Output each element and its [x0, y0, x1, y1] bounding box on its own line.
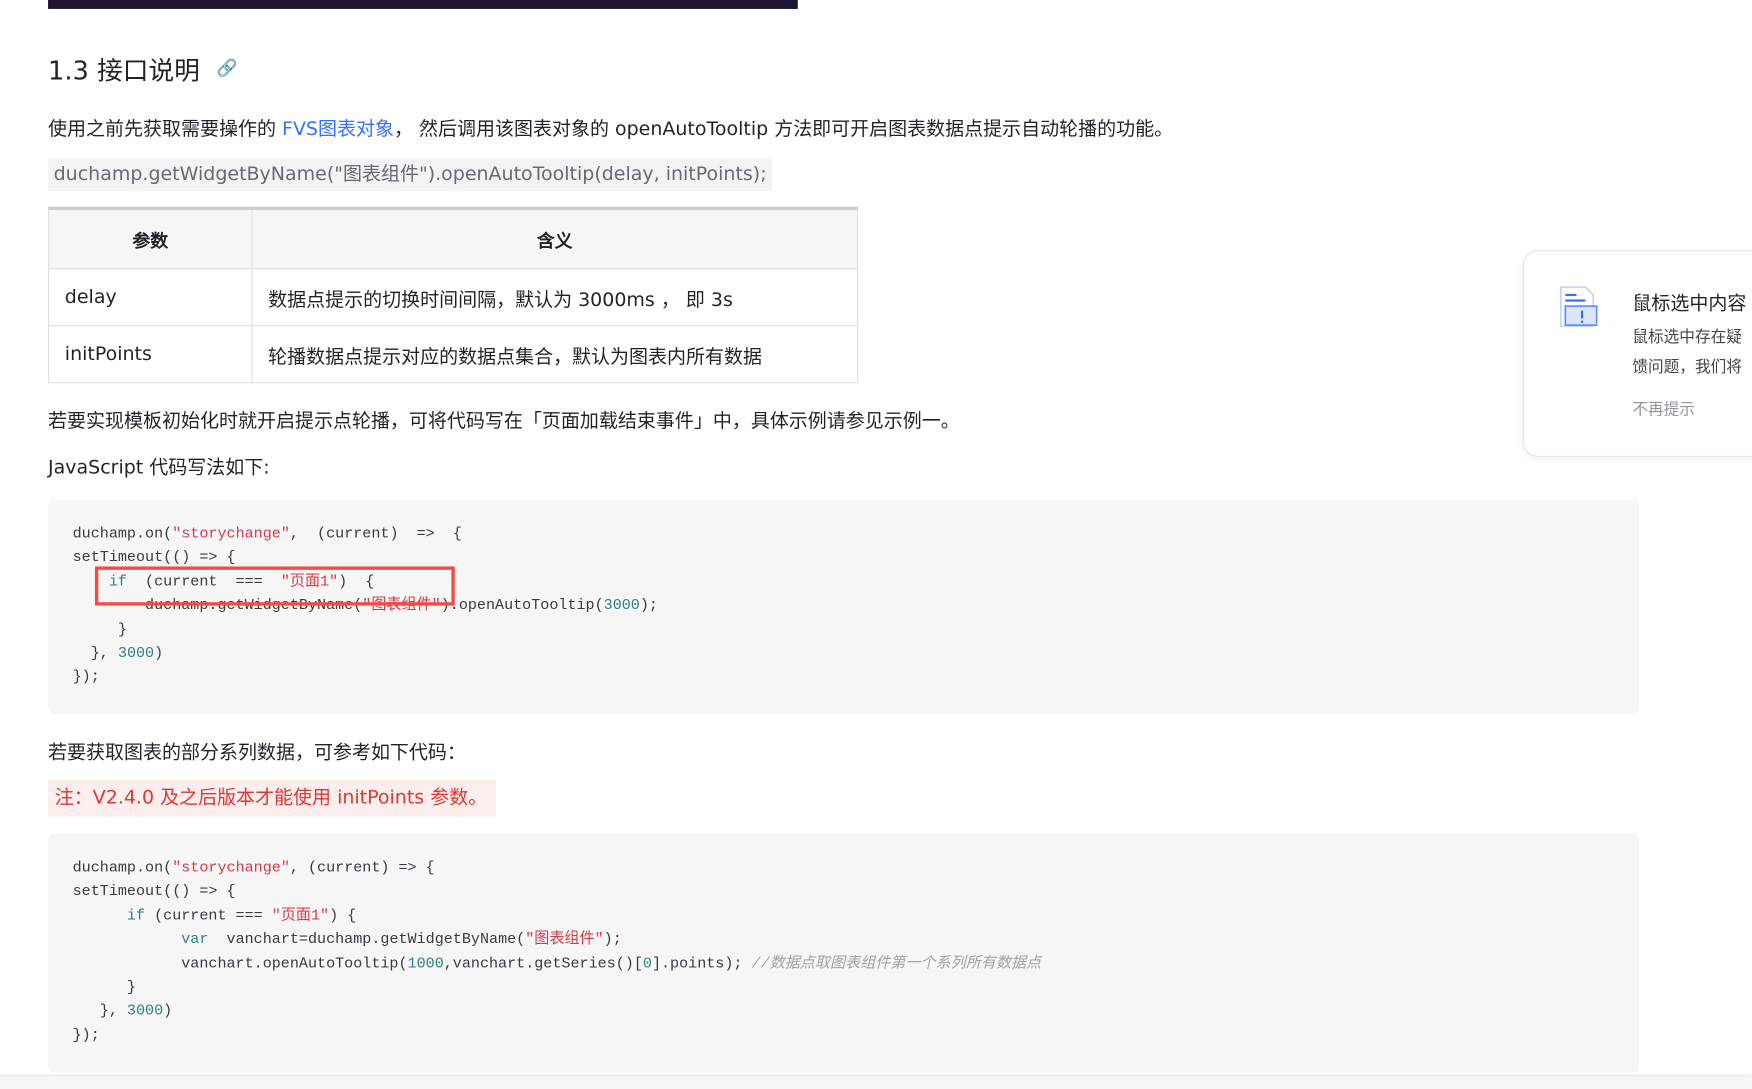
- table-row: delay 数据点提示的切换时间间隔，默认为 3000ms ， 即 3s: [48, 268, 859, 327]
- code-token: ): [154, 645, 164, 663]
- code-token: if: [126, 908, 146, 925]
- code-line: duchamp.on("storychange", (current) => {: [73, 523, 1639, 547]
- previous-image-bottom: [48, 0, 798, 9]
- card-line-2: 馈问题，我们将: [1632, 358, 1742, 377]
- card-title: 鼠标选中内容: [1632, 292, 1747, 316]
- anchor-link-icon[interactable]: 🔗: [217, 58, 238, 78]
- code-token: //数据点取图表组件第一个系列所有数据点: [751, 955, 1042, 973]
- param-name: initPoints: [48, 325, 253, 384]
- code-line: }: [73, 618, 1639, 642]
- code-token: setTimeout(() => {: [72, 884, 236, 901]
- code-token: 3000: [126, 1003, 164, 1021]
- code-token: }: [72, 621, 127, 639]
- table-row: initPoints 轮播数据点提示对应的数据点集合，默认为图表内所有数据: [48, 325, 859, 384]
- code-token: "storychange": [172, 526, 290, 544]
- code-token: },: [72, 1003, 127, 1021]
- code-line: duchamp.on("storychange", (current) => {: [73, 857, 1639, 881]
- code-token: (current ===: [145, 908, 272, 925]
- intro-text-2: ， 然后调用该图表对象的 openAutoTooltip 方法即可开启图表数据点…: [393, 118, 1174, 141]
- header-meaning: 含义: [251, 206, 859, 270]
- code-token: duchamp.on(: [72, 860, 173, 878]
- card-line-1: 鼠标选中存在疑: [1632, 328, 1742, 347]
- code-line: });: [73, 1024, 1639, 1048]
- param-name: delay: [48, 268, 253, 327]
- code-token: ).openAutoTooltip(: [440, 597, 604, 615]
- paragraph-init: 若要实现模板初始化时就开启提示点轮播，可将代码写在「页面加载结束事件」中，具体示…: [48, 410, 960, 433]
- code-token: ].points);: [651, 955, 752, 973]
- param-desc: 数据点提示的切换时间间隔，默认为 3000ms ， 即 3s: [251, 268, 859, 327]
- dont-show-again-link[interactable]: 不再提示: [1632, 398, 1695, 420]
- code-token: ) {: [329, 908, 357, 925]
- code-token: 3000: [117, 645, 155, 663]
- code-line: if (current === "页面1") {: [73, 905, 1639, 929]
- fvs-chart-object-link[interactable]: FVS图表对象: [282, 118, 394, 140]
- code-token: 1000: [407, 955, 444, 973]
- paragraph-series: 若要获取图表的部分系列数据，可参考如下代码：: [48, 741, 466, 765]
- code-token: var: [181, 932, 209, 949]
- highlight-box: [94, 566, 455, 606]
- code-token: , (current) => {: [289, 860, 435, 878]
- code-line: var vanchart=duchamp.getWidgetByName("图表…: [73, 929, 1639, 953]
- version-note: 注：V2.4.0 及之后版本才能使用 initPoints 参数。: [48, 779, 497, 817]
- table-header-row: 参数 含义: [48, 206, 859, 270]
- inline-code: duchamp.getWidgetByName("图表组件").openAuto…: [48, 158, 773, 192]
- code-token: );: [639, 597, 658, 615]
- code-line: }: [73, 976, 1639, 1000]
- selection-feedback-card: 鼠标选中内容 鼠标选中存在疑 馈问题，我们将 不再提示: [1522, 250, 1752, 457]
- code-block-1[interactable]: duchamp.on("storychange", (current) => {…: [48, 499, 1640, 714]
- header-param: 参数: [48, 206, 253, 270]
- intro-text: 使用之前先获取需要操作的: [48, 118, 283, 141]
- code-block-2[interactable]: duchamp.on("storychange", (current) => {…: [48, 833, 1640, 1073]
- code-token: "页面1": [271, 908, 330, 925]
- code-line: });: [73, 666, 1639, 690]
- code-token: }: [72, 979, 136, 997]
- code-token: vanchart=duchamp.getWidgetByName(: [208, 932, 526, 949]
- paragraph-js: JavaScript 代码写法如下:: [48, 456, 270, 480]
- section-heading: 1.3 接口说明: [48, 56, 200, 87]
- code-token: duchamp.on(: [72, 526, 173, 544]
- code-token: });: [72, 1027, 100, 1045]
- code-token: vanchart.openAutoTooltip(: [72, 955, 408, 973]
- document-warning-icon: [1560, 286, 1598, 328]
- doc-page: 1.3 接口说明 🔗 使用之前先获取需要操作的 FVS图表对象， 然后调用该图表…: [0, 0, 1752, 1089]
- code-token: "storychange": [172, 860, 290, 878]
- code-token: },: [72, 645, 118, 663]
- code-token: "图表组件": [525, 932, 604, 949]
- code-line: vanchart.openAutoTooltip(1000,vanchart.g…: [73, 953, 1639, 977]
- param-desc: 轮播数据点提示对应的数据点集合，默认为图表内所有数据: [251, 325, 859, 384]
- code-token: ): [163, 1003, 173, 1021]
- code-token: ,vanchart.getSeries()[: [443, 955, 643, 973]
- code-token: 0: [642, 955, 652, 973]
- params-table: 参数 含义 delay 数据点提示的切换时间间隔，默认为 3000ms ， 即 3s…: [48, 206, 859, 384]
- code-token: , (current) => {: [289, 526, 462, 544]
- code-token: });: [72, 669, 100, 687]
- code-token: );: [603, 932, 622, 949]
- code-token: 3000: [603, 597, 640, 615]
- code-line: }, 3000): [73, 642, 1639, 666]
- code-line: }, 3000): [73, 1000, 1639, 1024]
- code-line: setTimeout(() => {: [73, 881, 1639, 905]
- bottom-bar: [0, 1074, 1752, 1089]
- intro-paragraph: 使用之前先获取需要操作的 FVS图表对象， 然后调用该图表对象的 openAut…: [48, 113, 1174, 141]
- code-token: setTimeout(() => {: [72, 550, 236, 567]
